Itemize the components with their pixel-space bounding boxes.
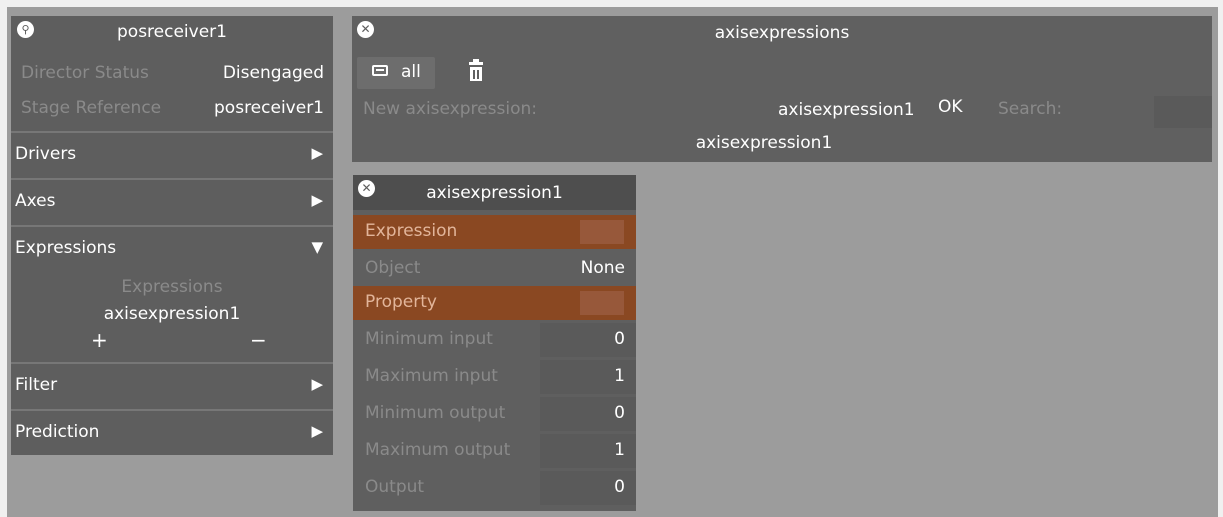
- min-input-row: Minimum input 0: [353, 323, 636, 357]
- output-label: Output: [365, 477, 425, 497]
- section-filter[interactable]: Filter ▶: [11, 362, 333, 406]
- stage-reference-row: Stage Reference posreceiver1: [11, 91, 333, 125]
- ok-button[interactable]: OK: [938, 97, 963, 117]
- expand-arrow-icon[interactable]: ▶: [311, 422, 323, 440]
- section-expressions-label[interactable]: Expressions: [15, 238, 116, 258]
- max-input-row: Maximum input 1: [353, 360, 636, 394]
- max-input-value[interactable]: 1: [614, 366, 625, 386]
- posreceiver-panel: ⚲ posreceiver1 Director Status Disengage…: [11, 16, 333, 455]
- list-icon: [372, 65, 388, 76]
- stage-reference-value[interactable]: posreceiver1: [214, 98, 324, 118]
- expressions-list-header: Expressions: [121, 277, 223, 297]
- search-label: Search:: [998, 99, 1063, 119]
- section-prediction-label: Prediction: [15, 422, 100, 442]
- property-label: Property: [365, 292, 437, 312]
- axisexpressions-title: axisexpressions: [714, 23, 850, 43]
- posreceiver-title: posreceiver1: [117, 22, 227, 42]
- max-output-row: Maximum output 1: [353, 434, 636, 468]
- output-value: 0: [614, 477, 625, 497]
- expand-arrow-icon[interactable]: ▶: [311, 375, 323, 393]
- min-output-row: Minimum output 0: [353, 397, 636, 431]
- axisexpression-title: axisexpression1: [426, 183, 563, 203]
- director-status-row: Director Status Disengaged: [11, 56, 333, 90]
- new-axisexpression-label: New axisexpression:: [363, 99, 537, 119]
- min-output-label: Minimum output: [365, 403, 506, 423]
- object-value[interactable]: None: [581, 258, 625, 278]
- axisexpressions-panel: ✕ axisexpressions all New axisexpression…: [352, 16, 1212, 162]
- property-row[interactable]: Property: [353, 286, 636, 320]
- expression-value[interactable]: [580, 220, 624, 244]
- add-expression-button[interactable]: +: [91, 328, 108, 352]
- expression-list-item[interactable]: axisexpression1: [11, 304, 333, 324]
- section-prediction[interactable]: Prediction ▶: [11, 409, 333, 453]
- show-all-label: all: [401, 62, 421, 82]
- max-output-value[interactable]: 1: [614, 440, 625, 460]
- trash-icon[interactable]: [469, 59, 483, 82]
- max-input-label: Maximum input: [365, 366, 498, 386]
- section-axes[interactable]: Axes ▶: [11, 178, 333, 222]
- axisexpression-panel-header[interactable]: ✕ axisexpression1: [353, 175, 636, 210]
- stage-reference-label: Stage Reference: [21, 98, 162, 118]
- show-all-button[interactable]: all: [357, 57, 435, 89]
- max-output-label: Maximum output: [365, 440, 511, 460]
- axisexpression-list-item[interactable]: axisexpression1: [352, 133, 1176, 153]
- output-row: Output 0: [353, 471, 636, 505]
- expand-arrow-icon[interactable]: ▶: [311, 144, 323, 162]
- director-status-label: Director Status: [21, 63, 149, 83]
- min-input-label: Minimum input: [365, 329, 493, 349]
- posreceiver-panel-header[interactable]: ⚲ posreceiver1: [11, 16, 333, 48]
- section-axes-label: Axes: [15, 191, 56, 211]
- workspace-canvas: ⚲ posreceiver1 Director Status Disengage…: [7, 7, 1218, 517]
- new-axisexpression-input[interactable]: axisexpression1: [778, 100, 915, 120]
- section-drivers-label: Drivers: [15, 144, 77, 164]
- property-value[interactable]: [580, 291, 624, 315]
- section-expressions: Expressions ▼ Expressions axisexpression…: [11, 225, 333, 360]
- remove-expression-button[interactable]: −: [250, 328, 267, 352]
- min-input-value[interactable]: 0: [614, 329, 625, 349]
- object-row: Object None: [353, 252, 636, 286]
- director-status-value[interactable]: Disengaged: [223, 63, 324, 83]
- min-output-value[interactable]: 0: [614, 403, 625, 423]
- section-drivers[interactable]: Drivers ▶: [11, 131, 333, 175]
- expression-row[interactable]: Expression: [353, 215, 636, 249]
- expression-label: Expression: [365, 221, 458, 241]
- object-label: Object: [365, 258, 421, 278]
- expand-arrow-icon[interactable]: ▶: [311, 191, 323, 209]
- collapse-arrow-icon[interactable]: ▼: [311, 238, 323, 256]
- search-input[interactable]: [1154, 96, 1212, 128]
- section-filter-label: Filter: [15, 375, 58, 395]
- axisexpression-panel: ✕ axisexpression1 Expression Object None…: [353, 175, 636, 511]
